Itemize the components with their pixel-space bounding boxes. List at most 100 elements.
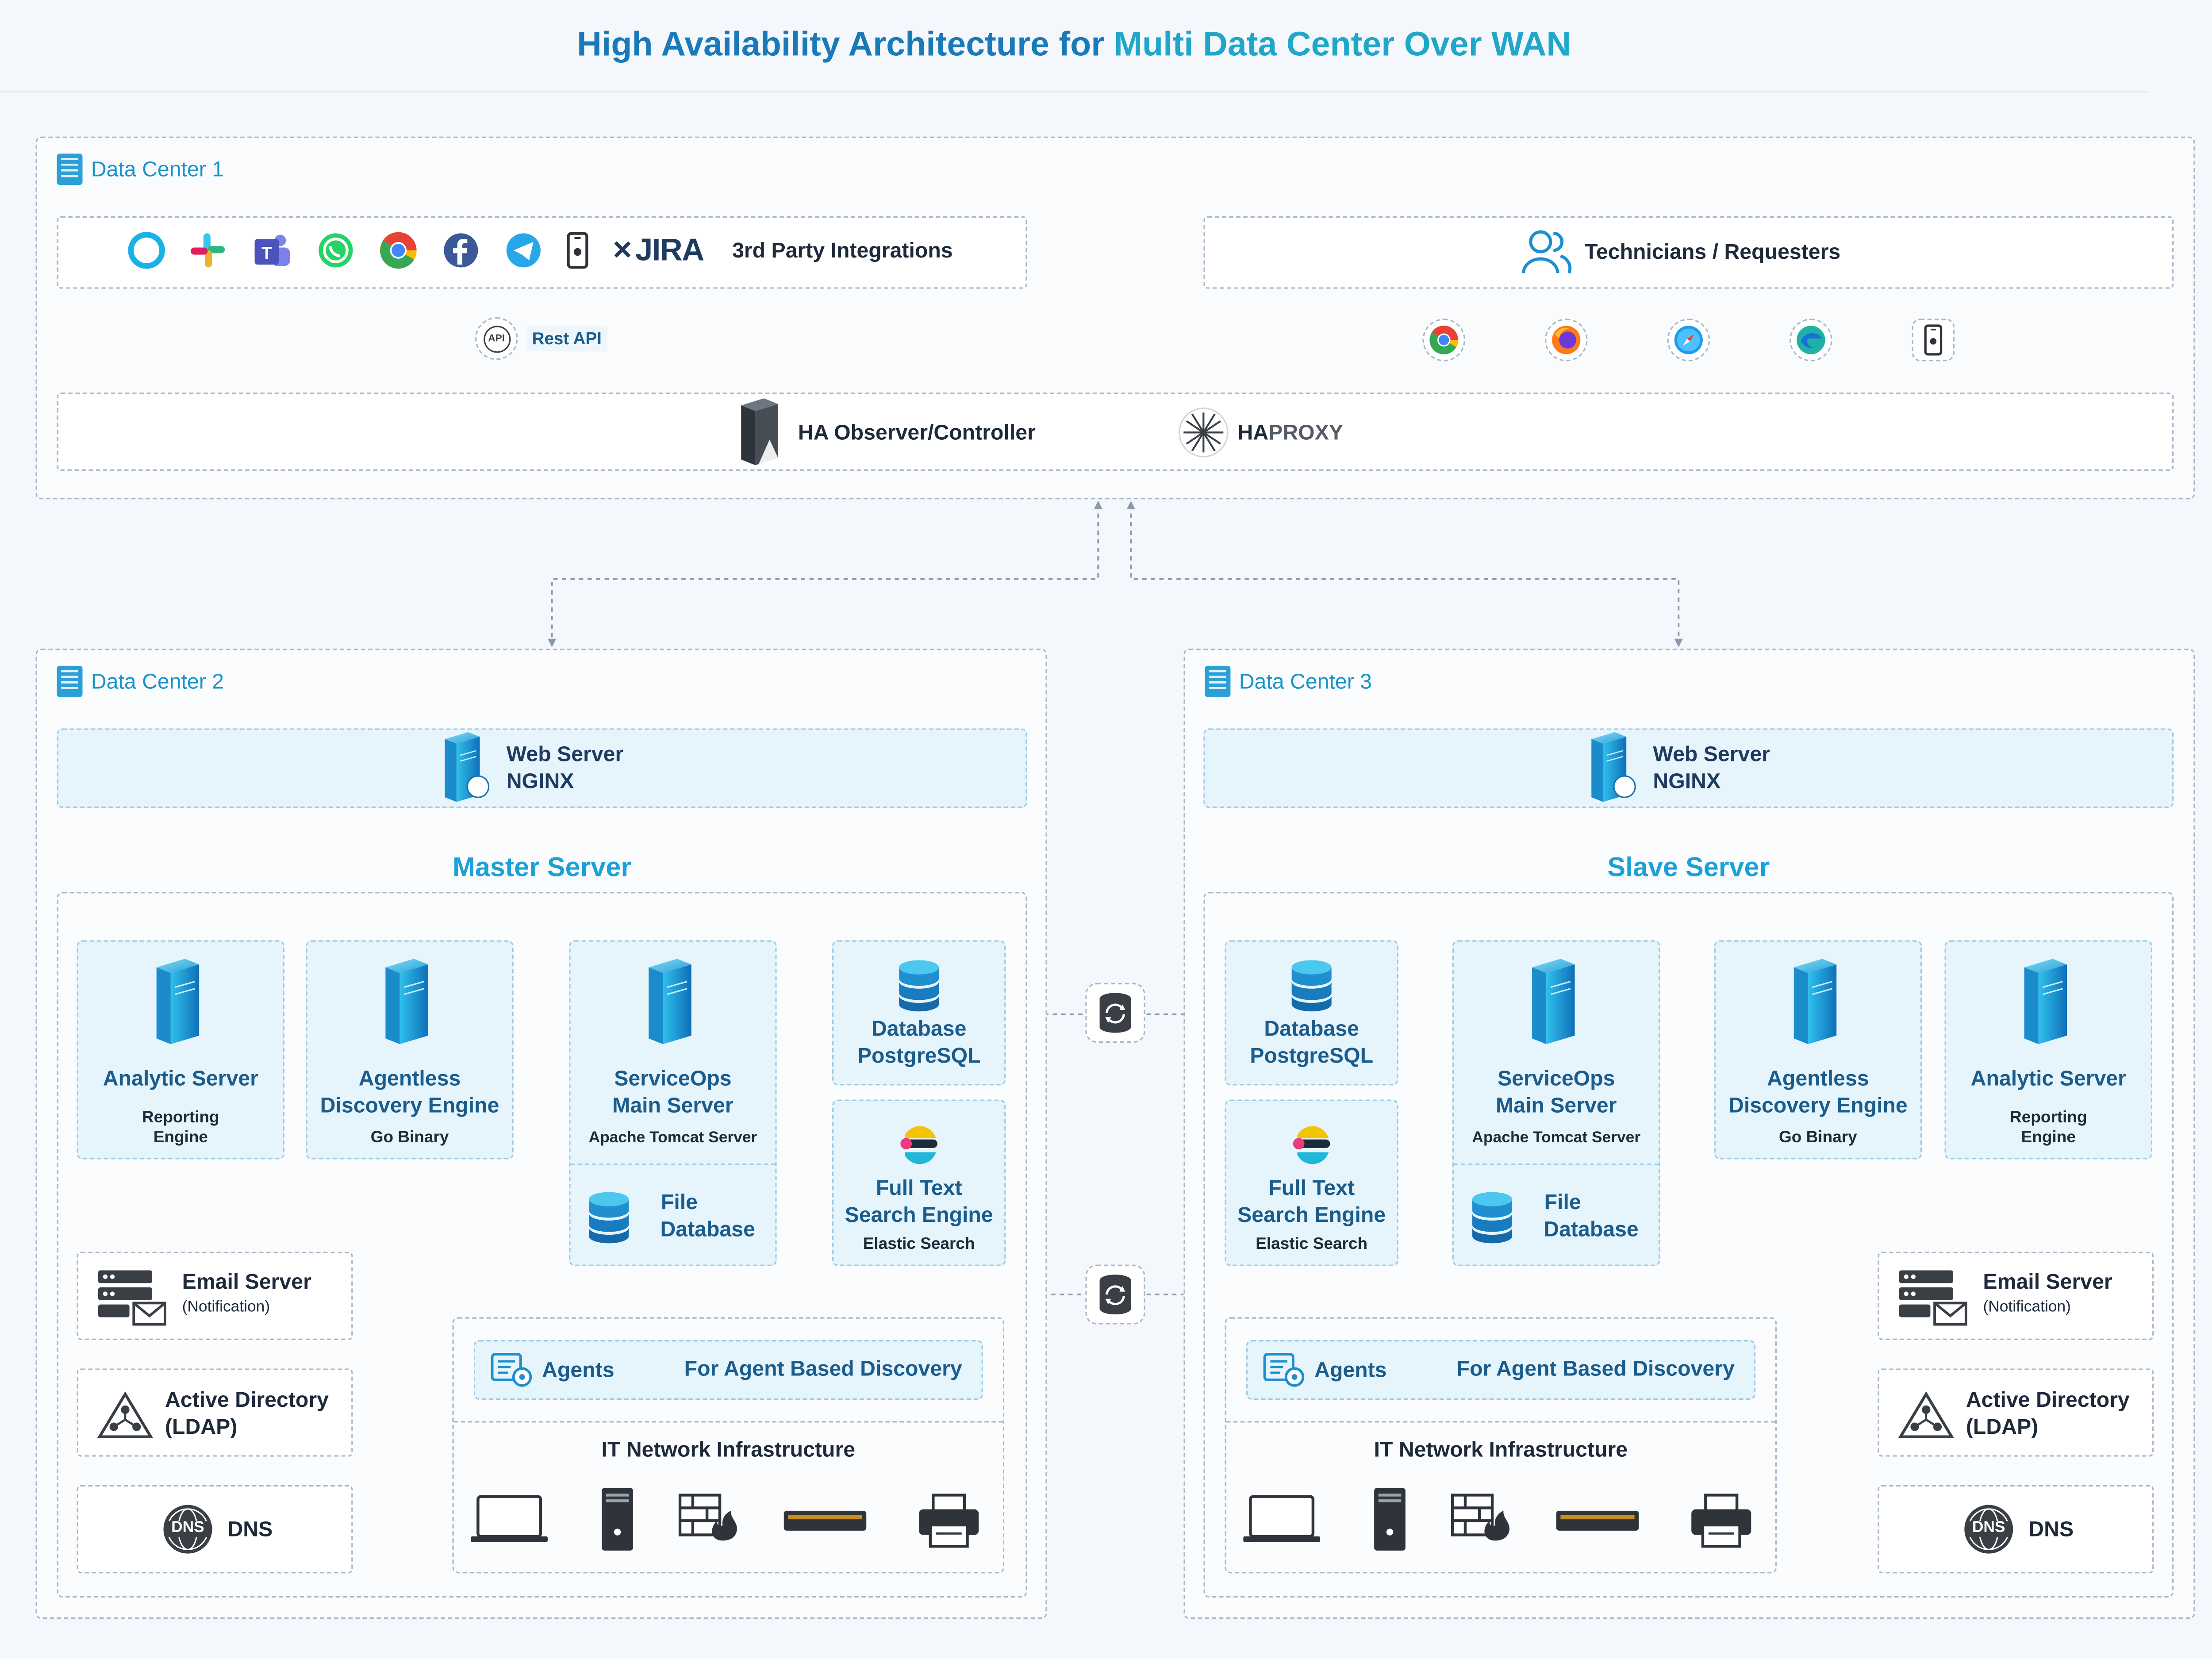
email-server-icon bbox=[97, 1269, 168, 1326]
agentless-label: Agentless Discovery Engine bbox=[320, 1067, 499, 1118]
pc-icon bbox=[1373, 1486, 1407, 1552]
serviceops-sub: Apache Tomcat Server bbox=[1472, 1129, 1641, 1147]
integrations-icons: T ✕ JIRA 3rd Party Integrations bbox=[128, 230, 953, 270]
ha-controller-box bbox=[57, 392, 2174, 471]
active-directory-label: Active Directory (LDAP) bbox=[165, 1388, 329, 1440]
master-server-title: Master Server bbox=[452, 853, 632, 883]
technicians-label: Technicians / Requesters bbox=[1585, 239, 1841, 264]
database-icon bbox=[896, 959, 942, 1013]
teams-icon: T bbox=[254, 234, 290, 266]
serviceops-divider bbox=[1454, 1164, 1659, 1165]
email-server-sub: (Notification) bbox=[1983, 1298, 2071, 1316]
switch-icon bbox=[1555, 1505, 1640, 1533]
analytic-server-label: Analytic Server bbox=[1970, 1067, 2126, 1091]
pc-icon bbox=[600, 1486, 634, 1552]
serviceops-label: ServiceOps Main Server bbox=[612, 1067, 733, 1118]
it-infra-label: IT Network Infrastructure bbox=[1374, 1438, 1628, 1463]
haproxy: HAPROXY bbox=[1178, 407, 1343, 458]
database-label: Database PostgreSQL bbox=[857, 1017, 981, 1068]
server-icon bbox=[380, 956, 434, 1050]
server-icon bbox=[151, 956, 205, 1050]
ha-observer: HA Observer/Controller bbox=[735, 397, 1036, 468]
ldap-icon bbox=[97, 1391, 154, 1440]
it-infra-label: IT Network Infrastructure bbox=[601, 1438, 856, 1463]
building-icon bbox=[57, 154, 83, 185]
page-title: High Availability Architecture for Multi… bbox=[577, 25, 1571, 64]
agents: Agents bbox=[491, 1352, 614, 1389]
dc2-label: Data Center 2 bbox=[57, 665, 224, 697]
elastic-icon bbox=[1289, 1121, 1334, 1167]
web-server-label: Web Server NGINX bbox=[1653, 742, 1770, 794]
svg-text:T: T bbox=[261, 244, 272, 263]
agentless-sub: Go Binary bbox=[1779, 1129, 1857, 1147]
chrome-icon bbox=[378, 230, 418, 270]
dns-icon: DNS bbox=[161, 1502, 215, 1556]
rest-api-label: Rest API bbox=[526, 326, 607, 352]
file-database-label: File Database bbox=[660, 1190, 755, 1242]
integrations-label: 3rd Party Integrations bbox=[732, 238, 953, 263]
laptop-icon bbox=[1242, 1494, 1321, 1545]
slack-icon bbox=[190, 233, 225, 268]
file-database-label: File Database bbox=[1544, 1190, 1639, 1242]
switch-icon bbox=[783, 1505, 868, 1533]
database-sync-icon bbox=[1085, 983, 1145, 1043]
it-infra-divider bbox=[1226, 1421, 1775, 1423]
globe-icon bbox=[466, 775, 490, 798]
api-gear-icon: API bbox=[475, 317, 518, 360]
agentless-label: Agentless Discovery Engine bbox=[1728, 1067, 1908, 1118]
serviceops-label: ServiceOps Main Server bbox=[1495, 1067, 1617, 1118]
slave-server-title: Slave Server bbox=[1607, 853, 1770, 883]
printer-icon bbox=[1690, 1494, 1752, 1548]
server-icon bbox=[643, 956, 697, 1050]
full-text-sub: Elastic Search bbox=[1256, 1236, 1368, 1253]
jira-icon: ✕ JIRA bbox=[611, 232, 705, 268]
agents-icon bbox=[1263, 1352, 1306, 1389]
serviceops-divider bbox=[570, 1164, 776, 1165]
analytic-server-sub: Reporting Engine bbox=[2009, 1110, 2087, 1147]
rest-api: API Rest API bbox=[475, 317, 607, 360]
server-icon bbox=[1526, 956, 1580, 1050]
title-divider bbox=[0, 91, 2148, 93]
mobile-app-icon bbox=[1912, 319, 1955, 361]
agents-label: Agents bbox=[1314, 1358, 1387, 1382]
ldap-icon bbox=[1897, 1391, 1955, 1440]
agents-label: Agents bbox=[542, 1358, 614, 1382]
alexa-icon bbox=[128, 232, 165, 269]
agents-desc: For Agent Based Discovery bbox=[1456, 1357, 1735, 1382]
facebook-icon bbox=[444, 233, 478, 268]
email-server-sub: (Notification) bbox=[182, 1298, 270, 1316]
server-tower-icon bbox=[735, 397, 783, 468]
globe-icon bbox=[1613, 775, 1636, 798]
dc3-label: Data Center 3 bbox=[1205, 665, 1372, 697]
dc1-label: Data Center 1 bbox=[57, 154, 224, 185]
database-icon bbox=[1470, 1190, 1515, 1244]
printer-icon bbox=[918, 1494, 980, 1548]
analytic-server-sub: Reporting Engine bbox=[142, 1110, 219, 1147]
database-label: Database PostgreSQL bbox=[1250, 1017, 1374, 1068]
mobile-icon bbox=[566, 232, 589, 269]
agentless-sub: Go Binary bbox=[370, 1129, 449, 1147]
database-icon bbox=[586, 1190, 632, 1244]
it-infra-divider bbox=[453, 1421, 1003, 1423]
server-icon bbox=[2019, 956, 2073, 1050]
laptop-icon bbox=[469, 1494, 549, 1545]
web-server: Web Server NGINX bbox=[438, 730, 623, 807]
active-directory-label: Active Directory (LDAP) bbox=[1966, 1388, 2130, 1440]
firefox-icon bbox=[1545, 319, 1588, 361]
ha-observer-label: HA Observer/Controller bbox=[798, 420, 1036, 445]
users-icon bbox=[1522, 230, 1572, 274]
technicians: Technicians / Requesters bbox=[1519, 227, 1840, 276]
server-icon bbox=[1788, 956, 1842, 1050]
telegram-icon bbox=[506, 233, 541, 268]
web-server: Web Server NGINX bbox=[1585, 730, 1770, 807]
haproxy-label: HAPROXY bbox=[1237, 420, 1344, 445]
dns-label: DNS bbox=[227, 1517, 273, 1542]
edge-icon bbox=[1790, 319, 1832, 361]
full-text-label: Full Text Search Engine bbox=[845, 1176, 993, 1228]
firewall-icon bbox=[1451, 1494, 1511, 1542]
agents-icon bbox=[491, 1352, 533, 1389]
dns-label: DNS bbox=[2028, 1517, 2074, 1542]
serviceops-sub: Apache Tomcat Server bbox=[588, 1129, 757, 1147]
dns-icon: DNS bbox=[1962, 1502, 2016, 1556]
firewall-icon bbox=[679, 1494, 738, 1542]
